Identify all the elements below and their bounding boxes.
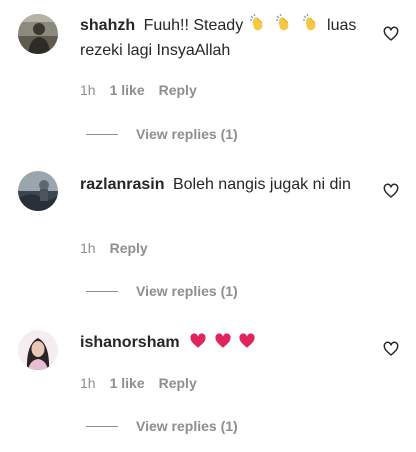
red-heart-icon (214, 332, 232, 357)
divider-line (86, 290, 118, 292)
view-replies-label: View replies (1) (136, 418, 238, 434)
comment-body: Boleh nangis jugak ni din (172, 176, 351, 193)
username[interactable]: ishanorsham (80, 334, 180, 351)
like-heart-icon[interactable] (383, 183, 399, 199)
avatar[interactable] (18, 330, 58, 370)
reply-button[interactable]: Reply (159, 374, 197, 392)
clapping-hands-icon (249, 13, 269, 40)
comment-text: ishanorsham (80, 332, 376, 357)
avatar[interactable] (18, 14, 58, 54)
view-replies-button[interactable]: View replies (1) (86, 282, 238, 300)
username[interactable]: shahzh (80, 17, 135, 34)
timestamp: 1h (80, 375, 96, 391)
username[interactable]: razlanrasin (80, 176, 164, 193)
reply-button[interactable]: Reply (159, 81, 197, 99)
red-heart-icon (238, 332, 256, 357)
view-replies-label: View replies (1) (136, 126, 238, 142)
comment-meta: 1h 1 like Reply (80, 374, 197, 392)
divider-line (86, 133, 118, 135)
timestamp: 1h (80, 82, 96, 98)
comment-meta: 1h Reply (80, 239, 148, 257)
like-heart-icon[interactable] (383, 26, 399, 42)
like-heart-icon[interactable] (383, 341, 399, 357)
timestamp: 1h (80, 240, 96, 256)
view-replies-button[interactable]: View replies (1) (86, 125, 238, 143)
reply-button[interactable]: Reply (110, 239, 148, 257)
comment-body: Fuuh!! Steady (143, 17, 244, 34)
comment-text: shahzh Fuuh!! Steady luas rezeki lagi In… (80, 13, 376, 62)
divider-line (86, 425, 118, 427)
likes-count[interactable]: 1 like (110, 81, 145, 99)
view-replies-button[interactable]: View replies (1) (86, 417, 238, 435)
comment-text: razlanrasin Boleh nangis jugak ni din (80, 174, 370, 196)
likes-count[interactable]: 1 like (110, 374, 145, 392)
comment-meta: 1h 1 like Reply (80, 81, 197, 99)
avatar[interactable] (18, 171, 58, 211)
clapping-hands-icon (275, 13, 295, 40)
clapping-hands-icon (302, 13, 322, 40)
red-heart-icon (189, 332, 207, 357)
view-replies-label: View replies (1) (136, 283, 238, 299)
